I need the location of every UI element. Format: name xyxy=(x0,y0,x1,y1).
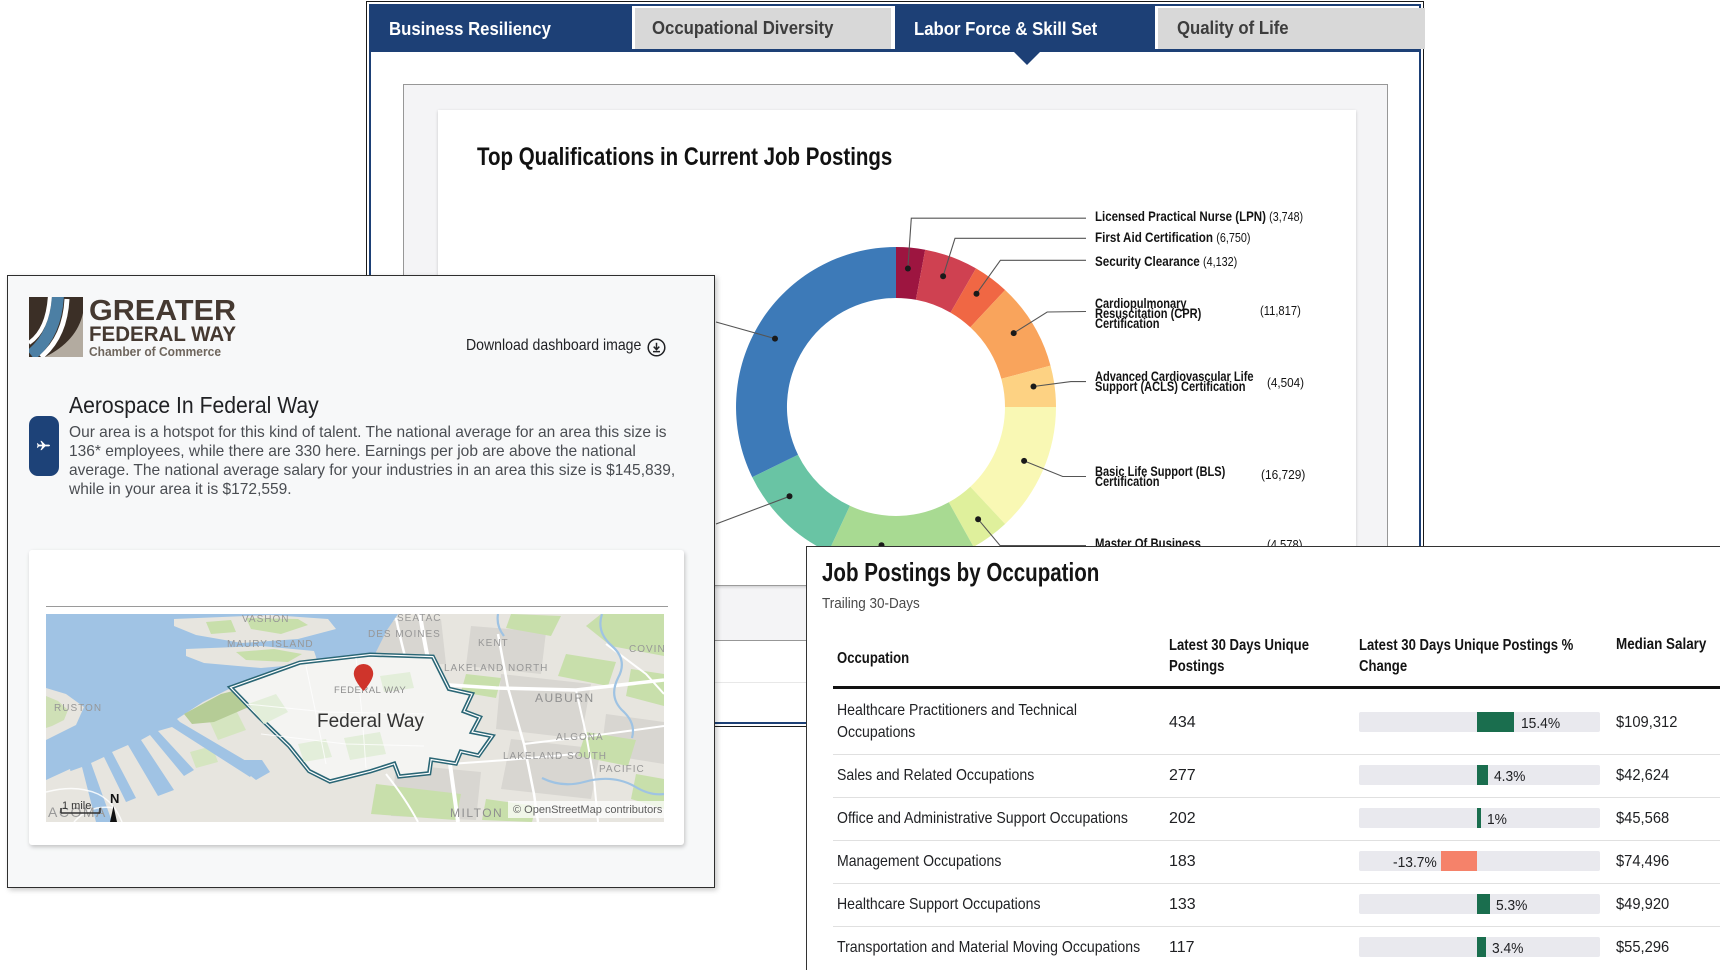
svg-text:ALGONA: ALGONA xyxy=(556,732,604,743)
svg-text:Federal Way: Federal Way xyxy=(317,711,424,732)
svg-text:MAURY ISLAND: MAURY ISLAND xyxy=(227,639,314,650)
svg-text:PACIFIC: PACIFIC xyxy=(599,764,645,775)
svg-text:FEDERAL WAY: FEDERAL WAY xyxy=(89,323,236,346)
svg-text:AUBURN: AUBURN xyxy=(535,691,595,705)
svg-text:VASHON: VASHON xyxy=(242,614,290,625)
svg-text:FEDERAL WAY: FEDERAL WAY xyxy=(334,685,406,696)
svg-text:SEATAC: SEATAC xyxy=(397,614,442,624)
svg-text:© OpenStreetMap contributors: © OpenStreetMap contributors xyxy=(513,804,663,816)
svg-text:Chamber of Commerce: Chamber of Commerce xyxy=(89,344,221,358)
svg-text:LAKELAND NORTH: LAKELAND NORTH xyxy=(444,663,548,674)
svg-text:KENT: KENT xyxy=(478,638,509,649)
svg-text:1 mile: 1 mile xyxy=(62,800,91,812)
svg-text:LAKELAND SOUTH: LAKELAND SOUTH xyxy=(503,751,607,762)
svg-text:N: N xyxy=(110,791,119,806)
svg-text:DES MOINES: DES MOINES xyxy=(368,629,441,640)
svg-text:MILTON: MILTON xyxy=(450,806,503,820)
svg-text:COVING: COVING xyxy=(629,644,664,655)
svg-text:RUSTON: RUSTON xyxy=(54,703,102,714)
